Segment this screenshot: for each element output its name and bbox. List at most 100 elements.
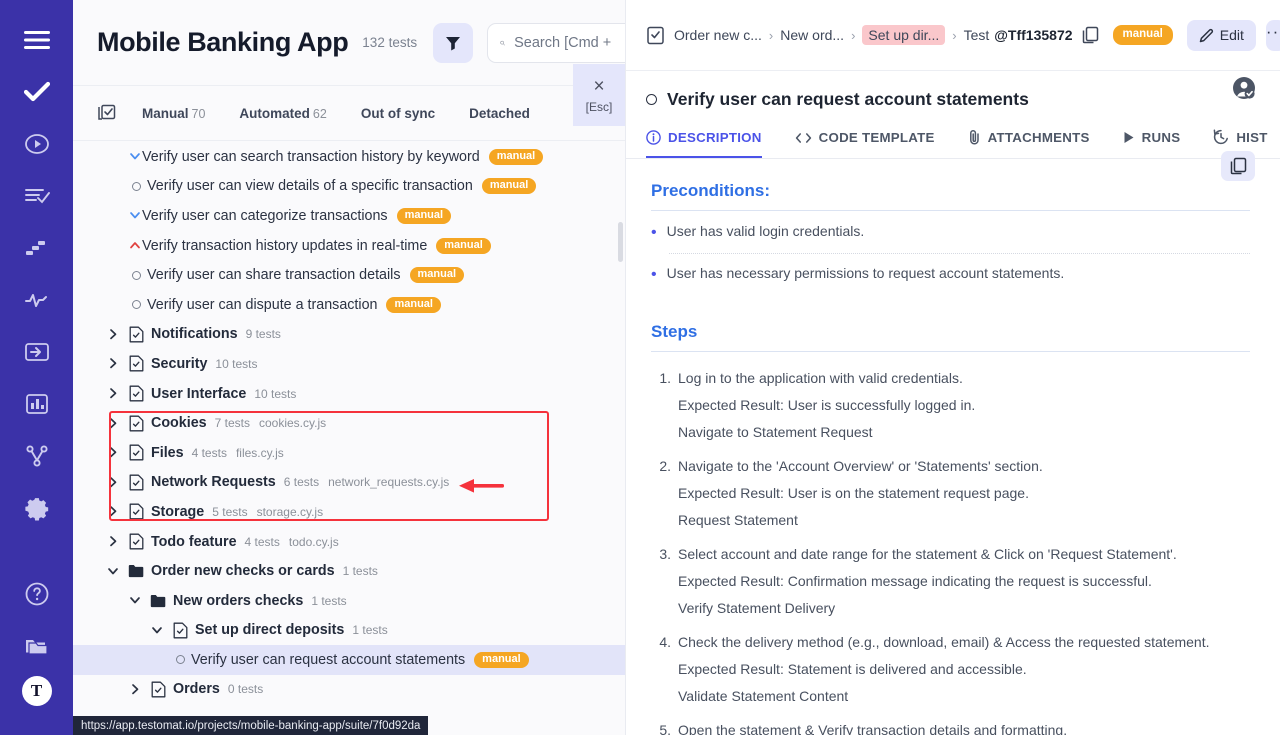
help-circle-icon[interactable] bbox=[15, 572, 59, 616]
tree-file-row[interactable]: Todo feature 4 tests todo.cy.js bbox=[73, 527, 625, 557]
status-badge: manual bbox=[409, 267, 465, 284]
detail-tabs: DESCRIPTION CODE TEMPLATE ATTACHMENTS RU… bbox=[626, 110, 1280, 159]
tree-file-row[interactable]: Orders 0 tests bbox=[73, 675, 625, 705]
file-check-icon bbox=[126, 503, 146, 520]
chevron-right-icon[interactable] bbox=[106, 535, 120, 548]
bar-chart-icon[interactable] bbox=[15, 382, 59, 426]
tree-row-label: Storage bbox=[151, 503, 205, 520]
tab-out-of-sync[interactable]: Out of sync bbox=[361, 106, 435, 121]
checklist-icon bbox=[97, 104, 116, 123]
breadcrumb: Order new c... › New ord... › Set up dir… bbox=[626, 0, 1280, 71]
tree-file-row[interactable]: Cookies 7 tests cookies.cy.js bbox=[73, 408, 625, 438]
tree-row-filename: network_requests.cy.js bbox=[328, 475, 450, 490]
tree-scrollbar[interactable] bbox=[618, 222, 623, 262]
tree-file-row[interactable]: Files 4 tests files.cy.js bbox=[73, 438, 625, 468]
breadcrumb-separator: › bbox=[768, 27, 774, 43]
breadcrumb-item-1[interactable]: New ord... bbox=[780, 27, 844, 43]
tree-row-label: Verify user can view details of a specif… bbox=[147, 178, 473, 195]
tab-automated[interactable]: Automated 62 bbox=[239, 106, 326, 121]
breadcrumb-item-0[interactable]: Order new c... bbox=[674, 27, 762, 43]
suite-file-icon bbox=[646, 26, 665, 45]
chevron-right-icon[interactable] bbox=[106, 446, 120, 459]
chevron-right-icon[interactable] bbox=[106, 505, 120, 518]
test-detail-panel: Order new c... › New ord... › Set up dir… bbox=[625, 0, 1280, 735]
menu-icon[interactable] bbox=[15, 18, 59, 62]
description-body: Preconditions: • User has valid login cr… bbox=[626, 151, 1280, 735]
copy-icon[interactable] bbox=[1221, 151, 1255, 181]
tree-test-row[interactable]: Verify transaction history updates in re… bbox=[73, 231, 625, 261]
tree-test-row[interactable]: Verify user can dispute a transaction man… bbox=[73, 290, 625, 320]
tab-runs[interactable]: RUNS bbox=[1123, 130, 1181, 158]
activity-pulse-icon[interactable] bbox=[15, 278, 59, 322]
search-input[interactable] bbox=[514, 34, 625, 51]
gear-icon[interactable] bbox=[15, 486, 59, 530]
tab-automated-label: Automated bbox=[239, 105, 310, 121]
tree-file-row[interactable]: Set up direct deposits 1 tests bbox=[73, 616, 625, 646]
search-icon bbox=[500, 40, 506, 45]
tree-folder-row[interactable]: Order new checks or cards 1 tests bbox=[73, 556, 625, 586]
tree-file-row[interactable]: User Interface 10 tests bbox=[73, 379, 625, 409]
login-arrow-icon[interactable] bbox=[15, 330, 59, 374]
tree-test-row[interactable]: Verify user can search transaction histo… bbox=[73, 142, 625, 172]
chevron-right-icon[interactable] bbox=[106, 476, 120, 489]
tree-test-row[interactable]: Verify user can categorize transactions m… bbox=[73, 201, 625, 231]
chevron-down-icon[interactable] bbox=[128, 209, 142, 222]
tree-row-count: 1 tests bbox=[311, 593, 347, 608]
chevron-right-icon[interactable] bbox=[106, 357, 120, 370]
chevron-up-icon[interactable] bbox=[128, 239, 142, 252]
filter-icon[interactable] bbox=[433, 22, 474, 63]
tree-row-label: Network Requests bbox=[151, 474, 276, 491]
tab-detached[interactable]: Detached bbox=[469, 106, 530, 121]
chevron-down-icon[interactable] bbox=[150, 624, 164, 637]
folder-icon[interactable] bbox=[15, 624, 59, 668]
tree-file-row[interactable]: Security 10 tests bbox=[73, 349, 625, 379]
step-item: 4. Check the delivery method (e.g., downl… bbox=[651, 634, 1250, 704]
search-box[interactable] bbox=[487, 22, 625, 63]
file-check-icon bbox=[126, 474, 146, 491]
tests-count: 132 tests bbox=[362, 35, 418, 50]
tab-code-template[interactable]: CODE TEMPLATE bbox=[795, 130, 935, 158]
close-search-button[interactable]: × [Esc] bbox=[573, 64, 625, 126]
play-circle-icon[interactable] bbox=[15, 122, 59, 166]
more-options-button[interactable]: ··· bbox=[1265, 19, 1280, 51]
chevron-right-icon[interactable] bbox=[128, 683, 142, 696]
breadcrumb-item-2[interactable]: Set up dir... bbox=[862, 25, 946, 45]
chevron-right-icon[interactable] bbox=[106, 417, 120, 430]
chevron-down-icon[interactable] bbox=[106, 565, 120, 578]
tree-file-row[interactable]: Network Requests 6 tests network_requests.… bbox=[73, 468, 625, 498]
test-status-circle-icon bbox=[128, 270, 144, 280]
test-tree[interactable]: Verify user can search transaction histo… bbox=[73, 142, 625, 735]
edit-button[interactable]: Edit bbox=[1186, 19, 1256, 51]
left-rail: T bbox=[0, 0, 73, 735]
tree-row-count: 10 tests bbox=[215, 356, 258, 371]
steps-icon[interactable] bbox=[15, 226, 59, 270]
checkmark-icon[interactable] bbox=[15, 70, 59, 114]
tab-attachments[interactable]: ATTACHMENTS bbox=[968, 129, 1090, 158]
list-check-icon[interactable] bbox=[15, 174, 59, 218]
chevron-right-icon[interactable] bbox=[106, 328, 120, 341]
tab-description[interactable]: DESCRIPTION bbox=[646, 130, 762, 158]
step-expected-result: Expected Result: User is successfully lo… bbox=[678, 397, 976, 414]
tree-file-row[interactable]: Storage 5 tests storage.cy.js bbox=[73, 497, 625, 527]
step-text: Select account and date range for the st… bbox=[678, 546, 1177, 563]
tab-manual[interactable]: Manual 70 bbox=[142, 106, 205, 121]
copy-icon[interactable] bbox=[1082, 26, 1099, 44]
tree-test-row[interactable]: Verify user can request account statemen… bbox=[73, 645, 625, 675]
tree-file-row[interactable]: Notifications 9 tests bbox=[73, 320, 625, 350]
app-logo[interactable]: T bbox=[21, 676, 52, 706]
chevron-down-icon[interactable] bbox=[128, 150, 142, 163]
branch-icon[interactable] bbox=[15, 434, 59, 478]
chevron-down-icon[interactable] bbox=[128, 594, 142, 607]
breadcrumb-separator: › bbox=[851, 27, 856, 43]
avatar[interactable] bbox=[1232, 76, 1256, 100]
annotation-arrow-left bbox=[459, 478, 505, 499]
step-item: 1. Log in to the application with valid c… bbox=[651, 370, 1250, 440]
tree-test-row[interactable]: Verify user can view details of a specif… bbox=[73, 172, 625, 202]
tree-row-count: 6 tests bbox=[283, 475, 320, 490]
chevron-right-icon[interactable] bbox=[106, 387, 120, 400]
status-badge: manual bbox=[1112, 24, 1173, 46]
preconditions-list: • User has valid login credentials. • Us… bbox=[651, 223, 1250, 284]
step-text: Navigate to the 'Account Overview' or 'S… bbox=[678, 458, 1043, 475]
tree-folder-row[interactable]: New orders checks 1 tests bbox=[73, 586, 625, 616]
tree-test-row[interactable]: Verify user can share transaction detail… bbox=[73, 260, 625, 290]
